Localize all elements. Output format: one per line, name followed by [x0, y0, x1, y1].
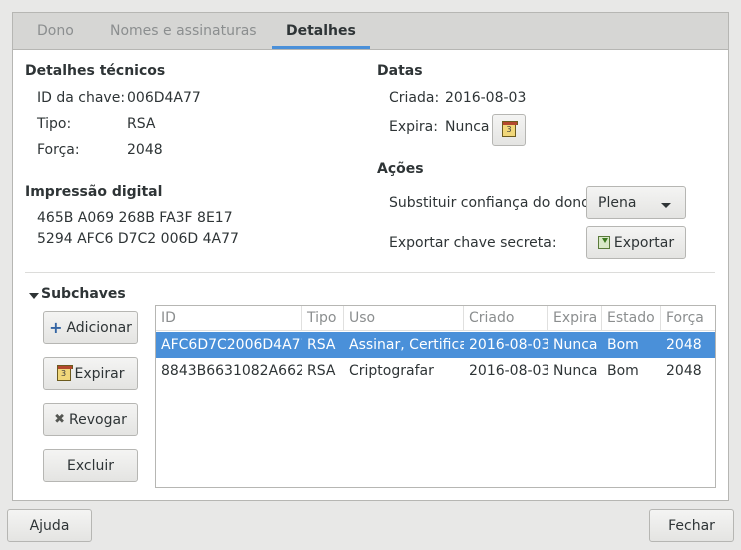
table-row[interactable]: 8843B6631082A662 RSA Criptografar 2016-0…	[156, 358, 715, 384]
cell-created: 2016-08-03	[469, 337, 548, 353]
trust-combo-value: Plena	[598, 194, 637, 211]
cell-strength: 2048	[666, 337, 702, 353]
type-label: Tipo:	[37, 116, 72, 132]
column-header-usage[interactable]: Uso	[344, 306, 464, 331]
fingerprint-title: Impressão digital	[25, 184, 163, 200]
column-header-strength[interactable]: Força	[661, 306, 715, 331]
technical-details-title: Detalhes técnicos	[25, 63, 166, 79]
export-button-label: Exportar	[613, 234, 675, 251]
table-header: ID Tipo Uso Criado Expira Estado Força	[156, 306, 715, 331]
column-header-status[interactable]: Estado	[602, 306, 661, 331]
help-button[interactable]: Ajuda	[7, 509, 92, 542]
help-button-label: Ajuda	[29, 517, 70, 534]
column-header-type[interactable]: Tipo	[302, 306, 344, 331]
tab-details[interactable]: Detalhes	[272, 13, 370, 49]
cell-id: 8843B6631082A662	[161, 363, 302, 379]
key-properties-notebook: Dono Nomes e assinaturas Detalhes Detalh…	[12, 12, 729, 501]
delete-subkey-label: Excluir	[67, 457, 114, 474]
expire-subkey-button[interactable]: 3 Expirar	[43, 357, 138, 390]
cell-id: AFC6D7C2006D4A77	[161, 337, 302, 353]
column-header-created[interactable]: Criado	[464, 306, 548, 331]
chevron-down-icon	[661, 203, 671, 208]
cell-usage: Assinar, Certificar	[349, 337, 464, 353]
type-value: RSA	[127, 116, 156, 132]
close-button[interactable]: Fechar	[649, 509, 734, 542]
cell-created: 2016-08-03	[469, 363, 548, 379]
cell-type: RSA	[307, 337, 336, 353]
add-subkey-label: Adicionar	[66, 319, 132, 336]
created-value: 2016-08-03	[445, 90, 527, 106]
created-label: Criada:	[389, 90, 440, 106]
export-secret-key-button[interactable]: Exportar	[586, 226, 686, 259]
close-button-label: Fechar	[668, 517, 715, 534]
export-icon	[597, 236, 610, 249]
table-row[interactable]: AFC6D7C2006D4A77 RSA Assinar, Certificar…	[156, 332, 715, 358]
subkeys-table[interactable]: ID Tipo Uso Criado Expira Estado Força A…	[155, 305, 716, 488]
fingerprint-line-1: 465B A069 268B FA3F 8E17	[37, 210, 233, 226]
tab-names-signatures[interactable]: Nomes e assinaturas	[96, 13, 271, 49]
cell-expires: Nunca	[553, 363, 598, 379]
revoke-subkey-button[interactable]: ✖ Revogar	[43, 403, 138, 436]
trust-label: Substituir confiança do dono:	[389, 195, 595, 211]
revoke-subkey-label: Revogar	[69, 411, 127, 428]
close-icon: ✖	[54, 412, 66, 427]
strength-value: 2048	[127, 142, 163, 158]
delete-subkey-button[interactable]: Excluir	[43, 449, 138, 482]
plus-icon: +	[49, 317, 63, 337]
cell-strength: 2048	[666, 363, 702, 379]
column-header-id[interactable]: ID	[156, 306, 302, 331]
key-id-value: 006D4A77	[127, 90, 201, 106]
add-subkey-button[interactable]: + Adicionar	[43, 311, 138, 344]
calendar-icon: 3	[56, 364, 73, 381]
key-id-label: ID da chave:	[37, 90, 126, 106]
tab-owner[interactable]: Dono	[23, 13, 88, 49]
cell-usage: Criptografar	[349, 363, 434, 379]
strength-label: Força:	[37, 142, 80, 158]
column-header-expires[interactable]: Expira	[548, 306, 602, 331]
expander-arrow-icon[interactable]	[29, 293, 39, 299]
cell-type: RSA	[307, 363, 336, 379]
cell-expires: Nunca	[553, 337, 598, 353]
actions-title: Ações	[377, 161, 424, 177]
export-label: Exportar chave secreta:	[389, 235, 557, 251]
expires-value: Nunca	[445, 119, 490, 135]
expire-subkey-label: Expirar	[74, 365, 125, 382]
subkeys-title[interactable]: Subchaves	[41, 286, 126, 302]
fingerprint-line-2: 5294 AFC6 D7C2 006D 4A77	[37, 231, 239, 247]
trust-combo[interactable]: Plena	[586, 186, 686, 219]
cell-status: Bom	[607, 363, 639, 379]
cell-status: Bom	[607, 337, 639, 353]
tab-bar: Dono Nomes e assinaturas Detalhes	[13, 13, 728, 50]
dates-title: Datas	[377, 63, 423, 79]
expires-label: Expira:	[389, 119, 438, 135]
separator	[25, 272, 715, 273]
change-expiry-button[interactable]: 3	[492, 114, 526, 146]
calendar-icon: 3	[502, 121, 518, 137]
